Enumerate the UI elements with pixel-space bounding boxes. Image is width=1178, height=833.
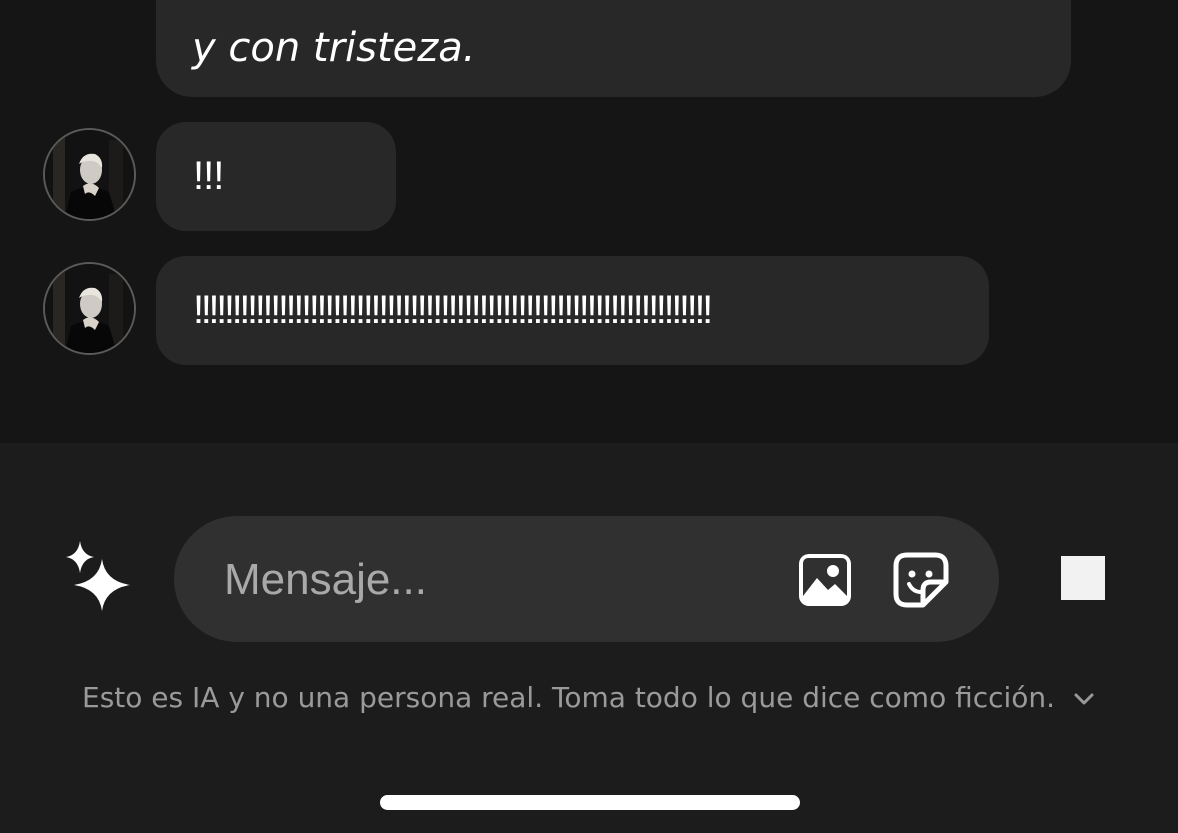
stop-icon[interactable] xyxy=(1061,556,1105,600)
message-list[interactable]: y con tristeza. !!! !!!!!!!!!!!!!!!!!!!!… xyxy=(0,0,1178,443)
message-input-container[interactable] xyxy=(174,516,999,642)
composer: Esto es IA y no una persona real. Toma t… xyxy=(0,443,1178,833)
message-text: !!! xyxy=(193,154,224,198)
home-indicator[interactable] xyxy=(380,795,800,810)
message-text: !!!!!!!!!!!!!!!!!!!!!!!!!!!!!!!!!!!!!!!!… xyxy=(193,288,713,332)
message-bubble: !!! xyxy=(156,122,396,231)
sticker-icon[interactable] xyxy=(893,552,949,608)
avatar-portrait-icon xyxy=(45,130,134,219)
chat-screen: y con tristeza. !!! !!!!!!!!!!!!!!!!!!!!… xyxy=(0,0,1178,833)
ai-disclaimer: Esto es IA y no una persona real. Toma t… xyxy=(82,681,1097,714)
avatar[interactable] xyxy=(43,128,136,221)
message-bubble: y con tristeza. xyxy=(156,0,1071,97)
avatar-portrait-icon xyxy=(45,264,134,353)
message-bubble: !!!!!!!!!!!!!!!!!!!!!!!!!!!!!!!!!!!!!!!!… xyxy=(156,256,989,365)
message-input[interactable] xyxy=(222,546,766,614)
sparkles-icon[interactable] xyxy=(60,539,140,619)
disclaimer-text: Esto es IA y no una persona real. Toma t… xyxy=(82,681,1056,714)
image-icon[interactable] xyxy=(797,552,853,608)
message-text: y con tristeza. xyxy=(192,25,476,71)
avatar[interactable] xyxy=(43,262,136,355)
chevron-down-icon[interactable] xyxy=(1071,686,1097,712)
